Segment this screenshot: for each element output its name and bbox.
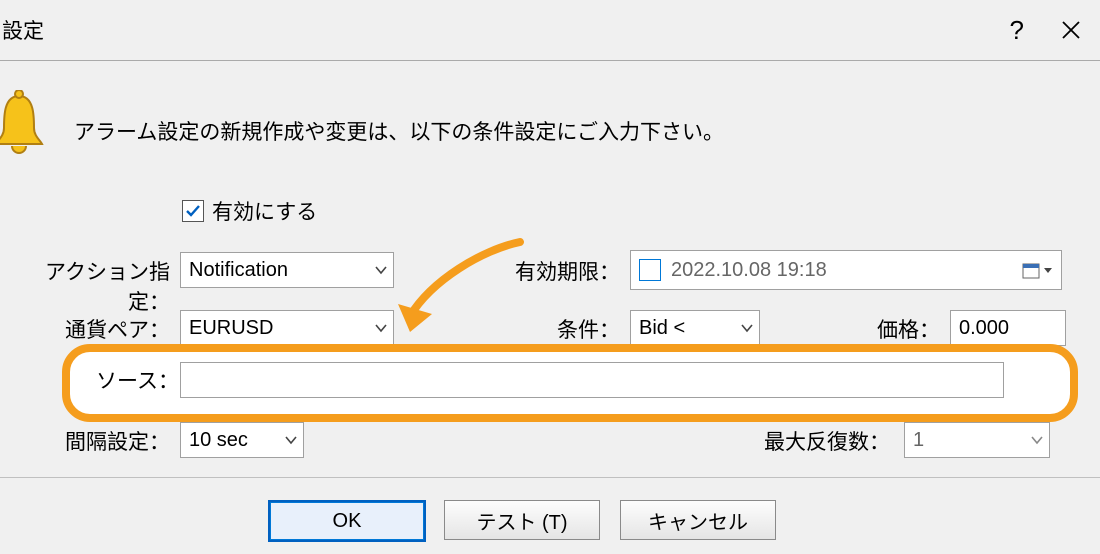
expire-value: 2022.10.08 19:18: [671, 259, 1021, 282]
titlebar: 設定 ?: [0, 0, 1100, 61]
dialog-content: アラーム設定の新規作成や変更は、以下の条件設定にご入力下さい。 有効にする アク…: [0, 60, 1100, 554]
check-icon: [182, 200, 204, 222]
ok-button[interactable]: OK: [268, 500, 426, 542]
symbol-dropdown[interactable]: EURUSD: [180, 310, 394, 346]
expire-enable-checkbox[interactable]: [639, 259, 661, 281]
test-label: テスト (T): [476, 506, 567, 535]
interval-dropdown[interactable]: 10 sec: [180, 422, 304, 458]
maxiter-dropdown[interactable]: 1: [904, 422, 1050, 458]
chevron-down-icon: [739, 320, 755, 336]
price-value: 0.000: [959, 317, 1009, 340]
chevron-down-icon: [1029, 432, 1045, 448]
bell-icon: [0, 90, 46, 165]
close-button[interactable]: [1060, 19, 1082, 41]
ok-label: OK: [333, 510, 362, 533]
maxiter-label: 最大反復数：: [740, 426, 890, 456]
expire-datetime-picker[interactable]: 2022.10.08 19:18: [630, 250, 1062, 290]
symbol-label: 通貨ペア：: [20, 314, 170, 344]
dialog-title: 設定: [0, 15, 44, 45]
separator: [0, 477, 1100, 478]
condition-dropdown[interactable]: Bid <: [630, 310, 760, 346]
calendar-icon[interactable]: [1021, 260, 1053, 280]
symbol-value: EURUSD: [189, 317, 273, 340]
maxiter-value: 1: [913, 429, 924, 452]
action-value: Notification: [189, 259, 288, 282]
interval-label: 間隔設定：: [20, 426, 170, 456]
annotation-arrow: [392, 236, 530, 345]
cancel-label: キャンセル: [648, 506, 748, 535]
interval-value: 10 sec: [189, 429, 248, 452]
intro-text: アラーム設定の新規作成や変更は、以下の条件設定にご入力下さい。: [74, 116, 724, 146]
enable-label: 有効にする: [212, 196, 317, 226]
price-input[interactable]: 0.000: [950, 310, 1066, 346]
cancel-button[interactable]: キャンセル: [620, 500, 776, 540]
test-button[interactable]: テスト (T): [444, 500, 600, 540]
chevron-down-icon: [283, 432, 299, 448]
chevron-down-icon: [373, 320, 389, 336]
source-input[interactable]: [180, 362, 1004, 398]
help-button[interactable]: ?: [1010, 15, 1024, 46]
action-dropdown[interactable]: Notification: [180, 252, 394, 288]
enable-checkbox[interactable]: 有効にする: [182, 196, 317, 226]
source-label: ソース：: [96, 365, 179, 395]
condition-value: Bid <: [639, 317, 685, 340]
chevron-down-icon: [373, 262, 389, 278]
price-label: 価格：: [840, 314, 940, 344]
action-label: アクション指定：: [20, 256, 170, 316]
condition-label: 条件：: [520, 314, 620, 344]
